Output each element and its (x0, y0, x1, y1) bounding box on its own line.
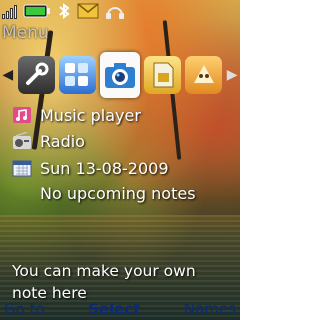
right-softkey[interactable]: Names (184, 300, 236, 318)
radio-label: Radio (40, 131, 85, 151)
radio-icon (13, 132, 31, 149)
bluetooth-icon (59, 3, 70, 19)
menu-item-sim[interactable] (144, 56, 182, 94)
battery-icon (23, 4, 50, 18)
menu-item-music[interactable] (185, 56, 223, 94)
radio-row[interactable]: Radio (12, 129, 85, 153)
scroll-left-arrow-icon[interactable]: ◀ (0, 67, 16, 83)
home-screen: Menu ◀ ▶ Music player Radio Sun 13-08-20… (0, 0, 240, 320)
calendar-row[interactable]: Sun 13-08-2009 (12, 156, 169, 180)
camera-icon (104, 63, 135, 88)
menu-item-apps[interactable] (58, 56, 96, 94)
music-player-label: Music player (40, 105, 141, 125)
select-softkey[interactable]: Select (88, 300, 140, 318)
menu-title: Menu (2, 23, 49, 43)
music-note-icon (13, 107, 31, 123)
menu-item-camera[interactable] (99, 52, 141, 98)
calendar-icon (12, 160, 32, 177)
date-label: Sun 13-08-2009 (40, 158, 169, 178)
notes-row[interactable]: No upcoming notes (40, 181, 196, 205)
message-icon (77, 3, 99, 19)
left-softkey[interactable]: Go to (4, 300, 45, 318)
status-bar (0, 0, 240, 22)
headset-icon (106, 7, 124, 19)
notes-label: No upcoming notes (40, 183, 196, 203)
tools-icon (26, 62, 49, 85)
apps-icon (65, 63, 89, 86)
scroll-right-arrow-icon[interactable]: ▶ (224, 67, 240, 83)
music-player-row[interactable]: Music player (12, 103, 141, 127)
menu-item-tools[interactable] (17, 56, 55, 94)
main-menu-carousel: ◀ ▶ (0, 50, 240, 100)
sim-icon (153, 62, 174, 88)
softkey-bar: Go to Select Names (0, 298, 240, 320)
music-icon (193, 65, 214, 83)
signal-icon (2, 3, 17, 19)
